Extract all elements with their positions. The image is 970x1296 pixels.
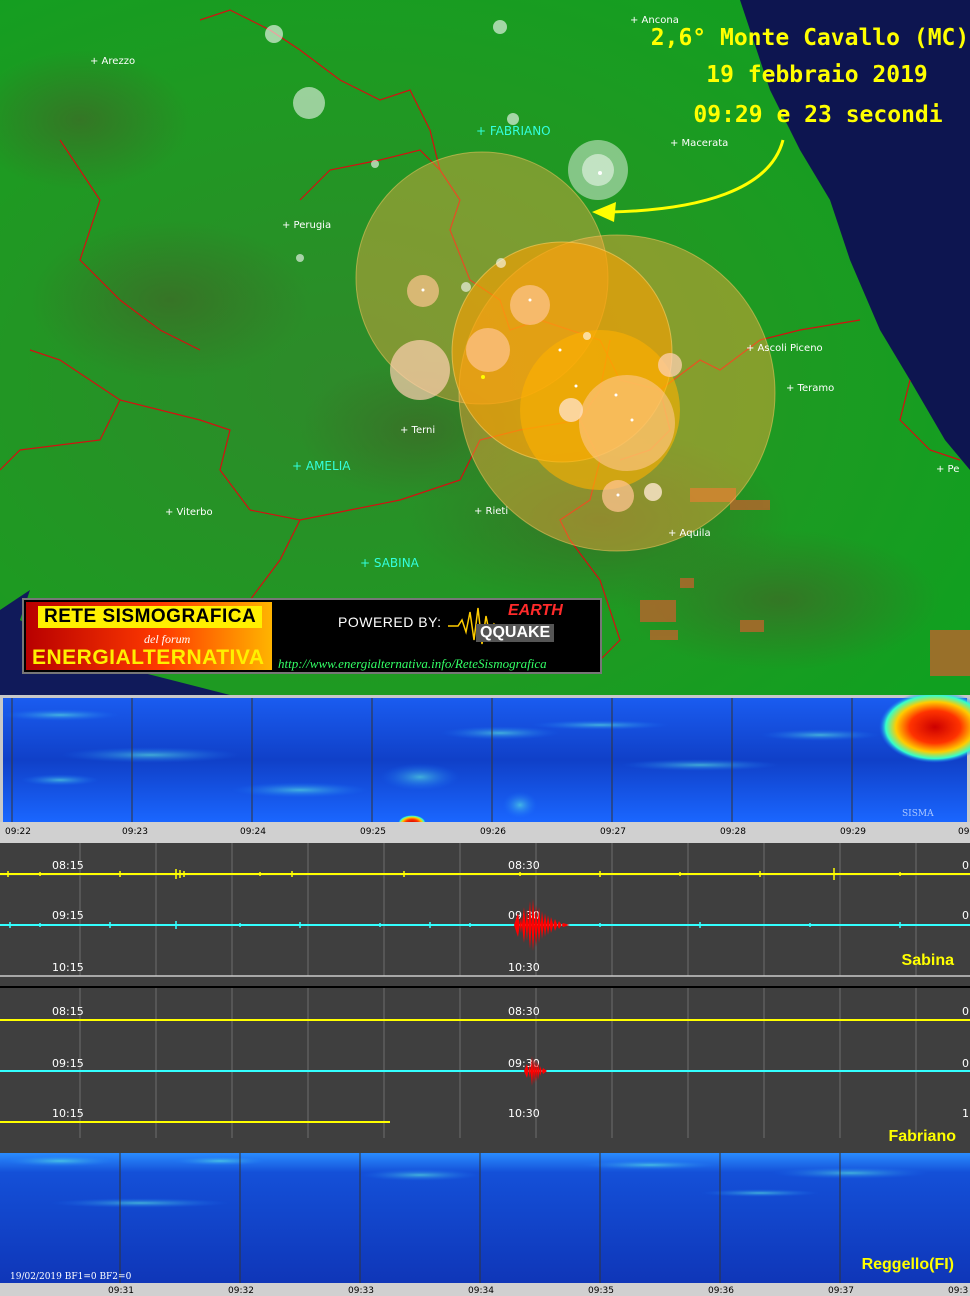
city-label-arezzo: + Arezzo: [90, 56, 135, 67]
headline-date: 19 febbraio 2019: [706, 62, 928, 88]
tick-label: 09:28: [720, 827, 746, 837]
city-label-ancona: + Ancona: [630, 15, 679, 26]
tick-label: 09:22: [5, 827, 31, 837]
tick-label: 09:23: [122, 827, 148, 837]
tick-label: 09:35: [588, 1286, 614, 1296]
status-line: 19/02/2019 BF1=0 BF2=0: [10, 1272, 132, 1282]
time-label-mid: 08:30: [508, 859, 540, 872]
city-label-fabriano: + FABRIANO: [476, 124, 551, 138]
bottom-spectrogram-panel: Reggello(FI) 19/02/2019 BF1=0 BF2=0 09:3…: [0, 1153, 970, 1296]
time-label-left: 08:15: [52, 859, 84, 872]
brand-quake-text: QQUAKE: [476, 624, 555, 642]
tick-label: 09:26: [480, 827, 506, 837]
tick-label: 09:29: [840, 827, 866, 837]
logo-title-mid: del forum: [144, 632, 191, 646]
station-label-reggello: Reggello(FI): [862, 1256, 954, 1273]
seismic-trace-yellow: [0, 868, 970, 880]
helicorder-fabriano-panel: 08:15 09:15 10:15 08:30 09:30 10:30 0 0 …: [0, 988, 970, 1153]
logo-emblem: RETE SISMOGRAFICA del forum ENERGIALTERN…: [26, 602, 272, 670]
spectrogram-watermark: SISMA: [902, 809, 934, 819]
tick-label: 09:27: [600, 827, 626, 837]
time-label-left: 09:15: [52, 909, 84, 922]
network-logo-banner: RETE SISMOGRAFICA del forum ENERGIALTERN…: [22, 598, 602, 674]
city-label-sabina: + SABINA: [360, 556, 420, 570]
headline-location: 2,6° Monte Cavallo (MC): [651, 25, 970, 51]
time-label-right: 0: [962, 909, 969, 922]
tick-label: 09:36: [708, 1286, 734, 1296]
time-label-mid: 09:30: [508, 1057, 540, 1070]
city-label-terni: + Terni: [400, 425, 435, 436]
time-label-right: 0: [962, 859, 969, 872]
city-label-viterbo: + Viterbo: [165, 507, 213, 518]
tick-label: 09:34: [468, 1286, 494, 1296]
city-label-teramo: + Teramo: [786, 383, 834, 394]
time-label-right: 0: [962, 1005, 969, 1018]
tick-label: 09:31: [108, 1286, 134, 1296]
top-spectrogram-panel: SISMA 09:22 09:23 09:24 09:25 09:26 09:2…: [0, 695, 970, 843]
network-url-link[interactable]: http://www.energialternativa.info/ReteSi…: [278, 656, 547, 672]
brand-earth-text: EARTH: [508, 602, 563, 619]
time-label-left: 10:15: [52, 961, 84, 974]
seismic-report-screen: { "headline": { "line1": "2,6° Monte Cav…: [0, 0, 970, 1296]
city-label-pe: + Pe: [936, 464, 959, 475]
tick-label: 09:24: [240, 827, 266, 837]
city-label-macerata: + Macerata: [670, 138, 728, 149]
city-label-aquila: + Aquila: [668, 528, 711, 539]
logo-title-top: RETE SISMOGRAFICA: [38, 606, 263, 628]
tick-label: 09:25: [360, 827, 386, 837]
tick-label: 09:32: [228, 1286, 254, 1296]
seismic-trace-cyan: [0, 921, 970, 929]
city-label-perugia: + Perugia: [282, 220, 331, 231]
tick-label: 09:3: [948, 1286, 968, 1296]
city-label-ascoli-piceno: + Ascoli Piceno: [746, 343, 823, 354]
station-label-fabriano: Fabriano: [888, 1128, 956, 1145]
time-label-mid: 10:30: [508, 1107, 540, 1120]
station-label-sabina: Sabina: [902, 952, 955, 969]
logo-title-bottom: ENERGIALTERNATIVA: [32, 646, 265, 669]
time-label-mid: 08:30: [508, 1005, 540, 1018]
time-label-left: 09:15: [52, 1057, 84, 1070]
time-label-mid: 10:30: [508, 961, 540, 974]
tick-label: 09:3: [958, 827, 970, 837]
time-label-left: 10:15: [52, 1107, 84, 1120]
time-label-right: 1: [962, 1107, 969, 1120]
seismic-map: 2,6° Monte Cavallo (MC) 19 febbraio 2019…: [0, 0, 970, 695]
time-label-right: 0: [962, 1057, 969, 1070]
tick-label: 09:33: [348, 1286, 374, 1296]
powered-by-label: POWERED BY:: [338, 614, 442, 630]
headline-time: 09:29 e 23 secondi: [693, 102, 942, 128]
tick-label: 09:37: [828, 1286, 854, 1296]
time-label-left: 08:15: [52, 1005, 84, 1018]
city-label-rieti: + Rieti: [474, 506, 508, 517]
quake-waveform: [514, 899, 570, 951]
city-label-amelia: + AMELIA: [292, 459, 351, 473]
helicorder-sabina-panel: 08:15 09:15 10:15 08:30 09:30 10:30 0 0 …: [0, 843, 970, 986]
